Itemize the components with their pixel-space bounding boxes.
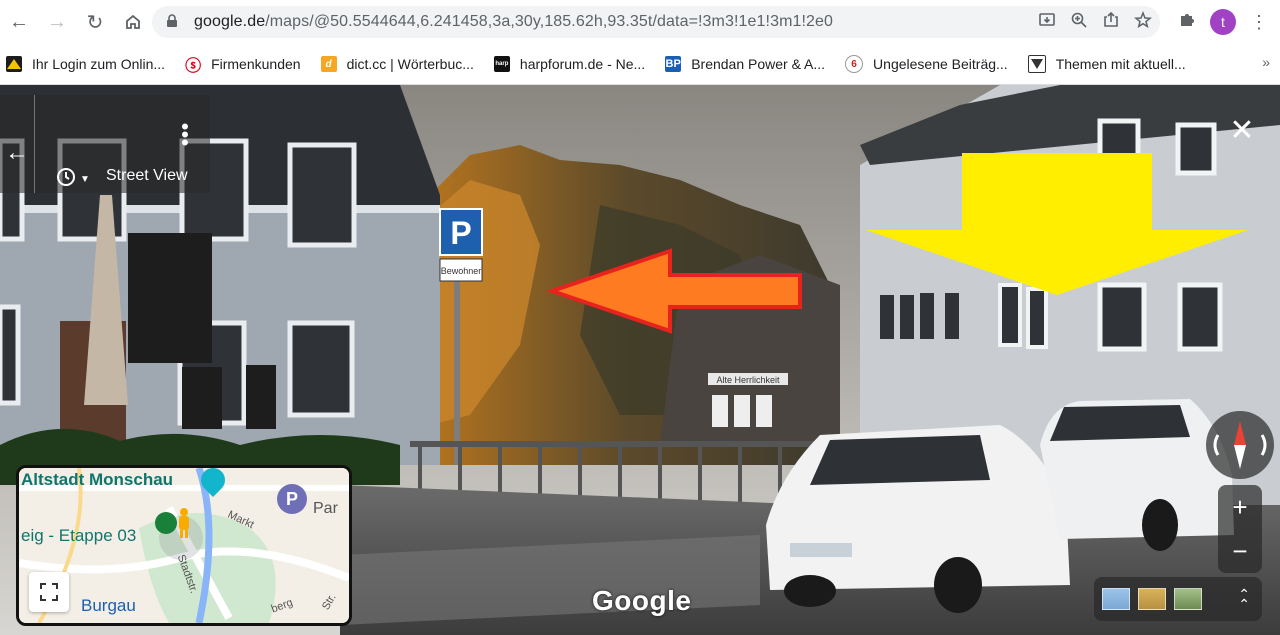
pegman-icon[interactable] [177, 508, 191, 542]
install-app-icon[interactable] [1038, 11, 1056, 34]
bookmark-item[interactable]: 6 Ungelesene Beiträg... [845, 50, 1008, 78]
sparkasse-icon: ⓢ [185, 58, 202, 75]
photo-thumbnail-strip: ⌃ ⌃ [1094, 577, 1262, 621]
parking-sign-text: P [450, 215, 471, 251]
bookmark-star-icon[interactable] [1134, 10, 1152, 34]
minimap-burgau-label: Burgau [81, 596, 136, 615]
more-options-icon[interactable]: • • • [180, 116, 190, 154]
history-clock-icon [56, 167, 76, 192]
url-path: /maps/@50.5544644,6.241458,3a,30y,185.62… [265, 13, 834, 30]
zoom-icon[interactable] [1070, 11, 1088, 34]
time-travel-button[interactable]: ▼ [56, 167, 90, 192]
bank-login-icon [6, 56, 22, 72]
reload-icon[interactable]: ↻ [76, 0, 114, 44]
close-icon[interactable]: ✕ [1228, 116, 1256, 146]
shop-sign-text: Alte Herrlichkeit [716, 375, 780, 385]
trail-pin-icon[interactable] [155, 512, 177, 534]
bookmark-item[interactable]: d dict.cc | Wörterbuc... [320, 50, 474, 78]
browser-toolbar: ← → ↻ google.de/maps/@50.5544644,6.24145… [0, 0, 1280, 44]
forward-icon[interactable]: → [38, 0, 76, 44]
street-view-header: ← • • • ▼ Street View [0, 95, 210, 193]
compass-icon [1213, 421, 1267, 469]
harpforum-icon: harp [493, 56, 510, 72]
home-icon[interactable] [114, 0, 152, 44]
minimap-trail-label: eig - Etappe 03 [21, 526, 137, 545]
minimap-town-label: Altstadt Monschau [21, 470, 174, 489]
bookmark-label: Firmenkunden [211, 56, 301, 72]
dictcc-icon: d [320, 56, 337, 72]
bookmarks-overflow-icon[interactable]: » [1262, 54, 1270, 70]
street-view-panorama[interactable]: P Bewohner Alte Herrlichkeit ← • • • ▼ S… [0, 85, 1280, 635]
zoom-control: + − [1218, 485, 1262, 573]
bookmark-label: dict.cc | Wörterbuc... [346, 56, 474, 72]
bookmark-item[interactable]: Themen mit aktuell... [1027, 50, 1186, 78]
extensions-puzzle-icon[interactable] [1178, 11, 1196, 34]
bookmark-item[interactable]: Ihr Login zum Onlin... [6, 50, 165, 78]
google-logo: Google [592, 585, 692, 616]
forum-icon: 6 [845, 55, 864, 73]
lock-icon[interactable] [166, 13, 186, 31]
photo-thumbnail[interactable] [1102, 588, 1130, 610]
bookmark-label: Themen mit aktuell... [1055, 56, 1186, 72]
photo-thumbnail[interactable] [1138, 588, 1166, 610]
bookmark-label: Brendan Power & A... [691, 56, 826, 72]
photo-thumbnail[interactable] [1174, 588, 1202, 610]
browser-menu-icon[interactable]: ⋮ [1250, 13, 1268, 31]
address-bar[interactable]: google.de/maps/@50.5544644,6.241458,3a,3… [152, 6, 1160, 38]
bookmark-item[interactable]: harp harpforum.de - Ne... [493, 50, 646, 78]
bookmark-item[interactable]: BP Brendan Power & A... [665, 50, 825, 78]
dropdown-caret-icon: ▼ [80, 174, 90, 185]
bookmark-label: Ungelesene Beiträg... [873, 56, 1008, 72]
url-host: google.de [194, 13, 266, 30]
bookmark-label: harpforum.de - Ne... [519, 56, 646, 72]
back-arrow-icon[interactable]: ← [0, 133, 34, 173]
expand-minimap-icon[interactable] [29, 572, 69, 612]
bookmark-item[interactable]: ⓢ Firmenkunden [185, 50, 301, 78]
back-icon[interactable]: ← [0, 0, 38, 44]
minimap[interactable]: Altstadt Monschau eig - Etappe 03 Burgau… [16, 465, 352, 626]
share-icon[interactable] [1102, 11, 1120, 34]
compass-button[interactable] [1206, 411, 1274, 479]
bookmarks-bar: Ihr Login zum Onlin... ⓢ Firmenkunden d di… [0, 44, 1280, 85]
zoom-in-button[interactable]: + [1218, 485, 1262, 529]
bp-icon: BP [665, 56, 682, 72]
parking-pin-icon[interactable]: P [277, 484, 307, 514]
parking-sub-sign-text: Bewohner [441, 266, 482, 276]
zoom-out-button[interactable]: − [1218, 529, 1262, 573]
extension-area: t ⋮ [1178, 6, 1268, 38]
minimap-park-label: Par [313, 500, 338, 517]
expand-thumbnails-icon[interactable]: ⌃ ⌃ [1238, 587, 1250, 611]
header-divider [34, 95, 35, 193]
street-view-title: Street View [106, 167, 188, 184]
url-text[interactable]: google.de/maps/@50.5544644,6.241458,3a,3… [194, 13, 833, 31]
bookmark-label: Ihr Login zum Onlin... [32, 56, 166, 72]
omnibox-actions [1038, 6, 1152, 38]
shield-icon [1027, 55, 1046, 73]
profile-avatar[interactable]: t [1210, 9, 1236, 35]
